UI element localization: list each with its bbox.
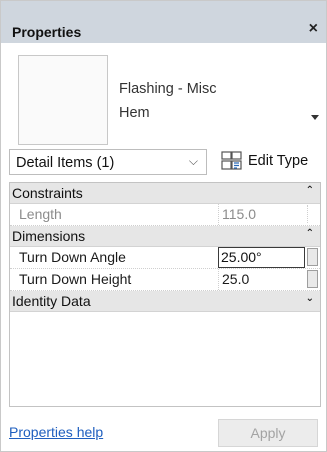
property-name: Length [19,206,62,222]
chevron-down-icon: ⌵ [188,154,198,168]
group-label: Constraints [12,185,83,201]
property-row-turn-down-angle[interactable]: Turn Down Angle 25.00° [10,247,320,269]
property-value: 115.0 [222,206,256,222]
property-row-turn-down-height[interactable]: Turn Down Height 25.0 [10,269,320,291]
edit-type-label: Edit Type [248,153,309,169]
instance-filter-dropdown[interactable]: Detail Items (1) ⌵ [9,149,207,175]
group-header-constraints[interactable]: Constraints ⌃ [10,183,320,204]
group-header-identity-data[interactable]: Identity Data ⌄ [10,291,320,312]
property-grid: Constraints ⌃ Length 115.0 Dimensions ⌃ … [9,182,321,407]
close-icon[interactable]: × [309,21,318,37]
property-row-length: Length 115.0 [10,204,320,226]
property-value-input[interactable]: 25.00° [218,247,305,268]
type-preview-image [18,55,108,145]
group-label: Dimensions [12,228,86,244]
apply-button[interactable]: Apply [218,419,318,447]
property-value-cell: 115.0 [218,204,306,225]
properties-help-link[interactable]: Properties help [9,424,103,440]
palette-footer: Properties help Apply [1,407,326,451]
group-label: Identity Data [12,293,91,309]
value-edit-button[interactable] [307,270,318,288]
edit-type-icon [221,151,242,170]
property-name: Turn Down Height [19,271,132,287]
collapse-icon[interactable]: ⌃ [306,228,314,239]
type-name: Hem [119,105,150,121]
property-name: Turn Down Angle [19,249,126,265]
title-bar[interactable]: Properties × [1,1,326,44]
instance-filter-row: Detail Items (1) ⌵ Edit Type [1,146,326,182]
property-value: 25.00° [221,249,262,265]
palette-title: Properties [12,24,82,40]
collapse-icon[interactable]: ⌃ [306,185,314,196]
instance-filter-value: Detail Items (1) [16,155,115,171]
type-selector[interactable]: Flashing - Misc Hem [1,43,326,146]
properties-palette: Properties × Flashing - Misc Hem Detail … [0,0,327,452]
group-header-dimensions[interactable]: Dimensions ⌃ [10,226,320,247]
property-value-cell[interactable]: 25.0 [218,269,306,290]
edit-type-button[interactable]: Edit Type [221,149,321,175]
property-value: 25.0 [222,271,250,287]
expand-icon[interactable]: ⌄ [306,293,314,304]
value-edit-button[interactable] [307,248,318,266]
value-button [307,205,318,223]
type-family-name: Flashing - Misc [119,81,217,97]
caret-down-icon[interactable] [311,115,319,120]
